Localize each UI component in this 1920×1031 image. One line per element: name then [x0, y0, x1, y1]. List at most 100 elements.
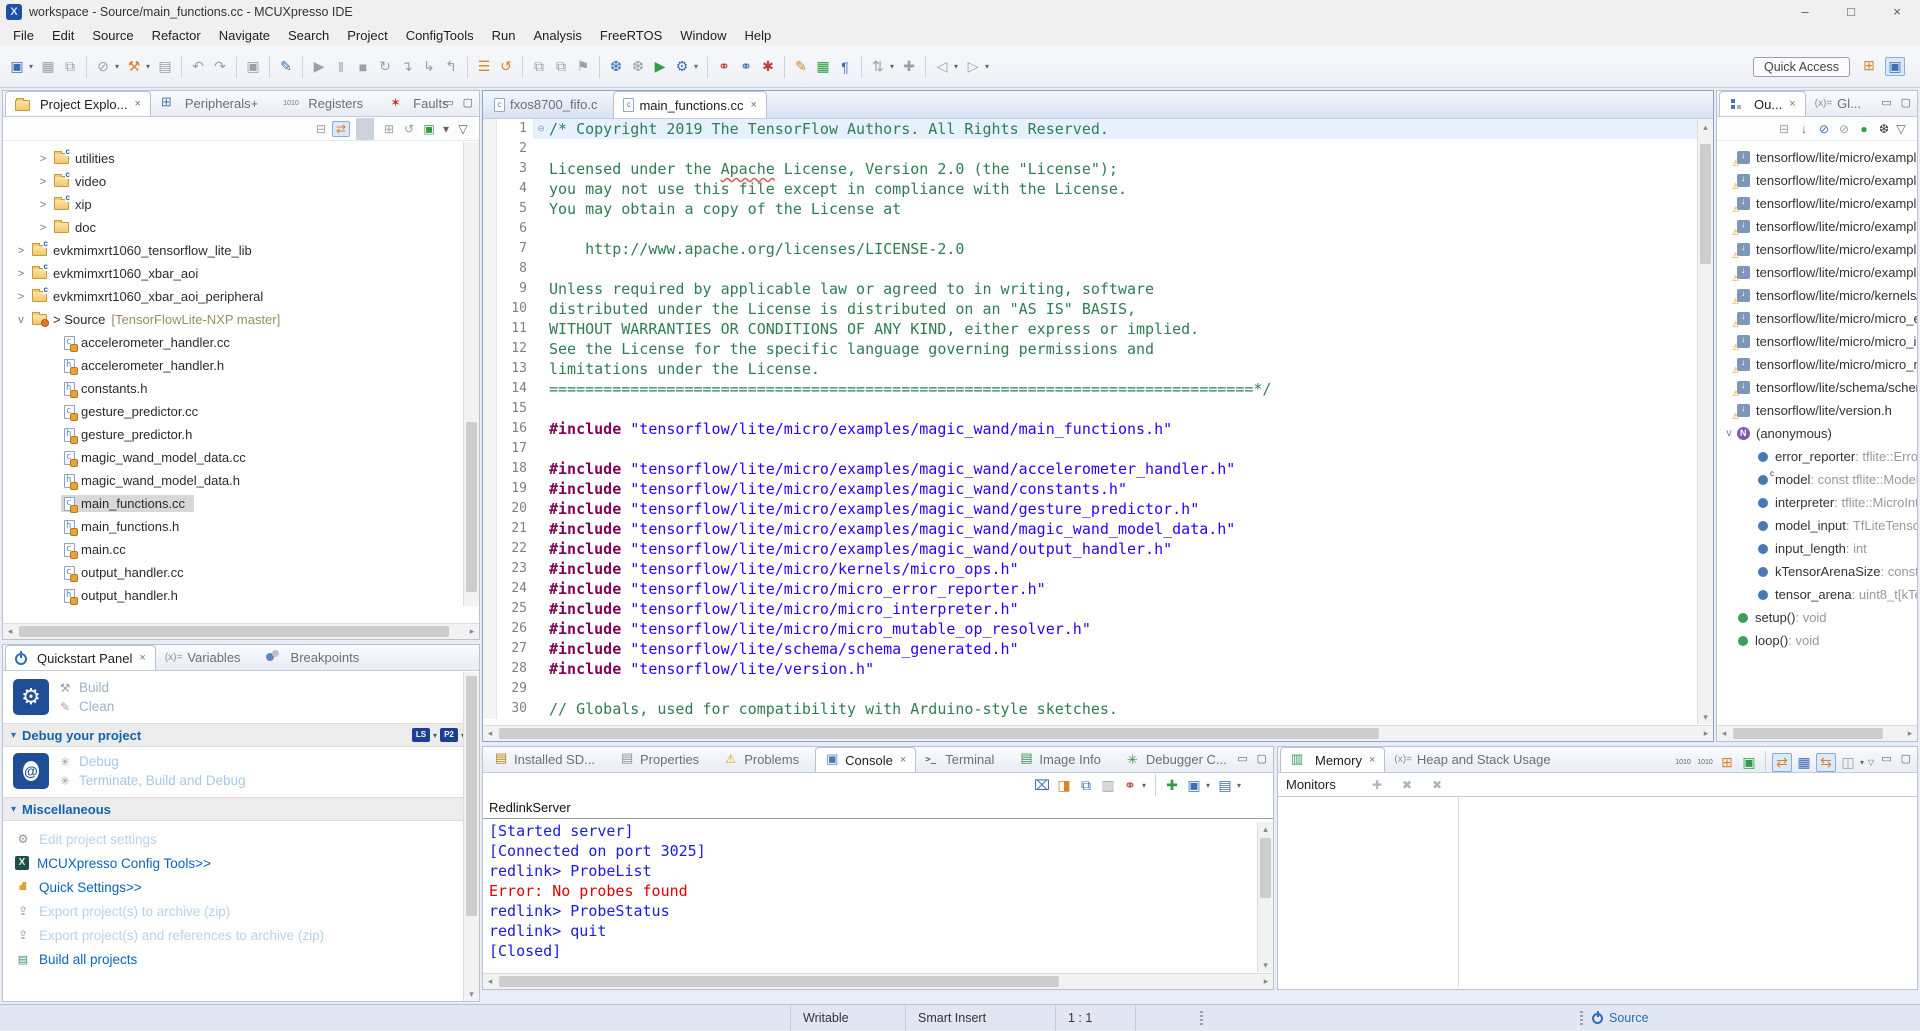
- source-hint[interactable]: Source: [1592, 1005, 1649, 1031]
- view-toolbar-icon[interactable]: ⊟: [1775, 122, 1793, 136]
- tree-item[interactable]: constants.h: [3, 377, 157, 400]
- toolbar-icon[interactable]: ✱: [758, 58, 778, 75]
- fold-marker-icon[interactable]: [533, 219, 549, 239]
- tree-item[interactable]: gesture_predictor.h: [3, 423, 201, 446]
- fold-marker-icon[interactable]: [533, 459, 549, 479]
- chevron-icon[interactable]: >: [35, 222, 51, 234]
- outline-item[interactable]: model : const tflite::Model*: [1717, 468, 1917, 491]
- fold-marker-icon[interactable]: [533, 639, 549, 659]
- view-toolbar-icon[interactable]: ⇄: [1772, 753, 1792, 772]
- tree-item[interactable]: main_functions.h: [3, 515, 188, 538]
- tab-close-icon[interactable]: ×: [1369, 754, 1375, 766]
- menu-item[interactable]: Project: [338, 28, 396, 43]
- menu-item[interactable]: FreeRTOS: [591, 28, 671, 43]
- outline-item[interactable]: interpreter : tflite::MicroInterpreter*: [1717, 491, 1917, 514]
- fold-marker-icon[interactable]: [533, 279, 549, 299]
- fold-marker-icon[interactable]: [533, 499, 549, 519]
- tree-item[interactable]: > utilities: [3, 147, 124, 170]
- fold-marker-icon[interactable]: [533, 339, 549, 359]
- misc-link[interactable]: ⚙ Edit project settings: [3, 827, 479, 851]
- outline-item[interactable]: loop() : void: [1717, 629, 1917, 652]
- view-toolbar-icon[interactable]: ▦: [1794, 754, 1814, 771]
- outline-item[interactable]: tensorflow/lite/micro/kernels/micro_ops.…: [1717, 284, 1917, 307]
- fold-marker-icon[interactable]: [533, 359, 549, 379]
- toolbar-icon[interactable]: ¶: [835, 59, 855, 75]
- menu-item[interactable]: Source: [83, 28, 142, 43]
- toolbar-icon[interactable]: [181, 56, 182, 78]
- view-toolbar-icon[interactable]: ●: [1855, 122, 1873, 136]
- misc-link[interactable]: X MCUXpresso Config Tools>>: [3, 851, 479, 875]
- toolbar-icon[interactable]: [707, 56, 708, 78]
- view-toolbar-icon[interactable]: ▾: [1139, 781, 1149, 790]
- view-toolbar-icon[interactable]: ⊘: [1815, 122, 1833, 136]
- tab-close-icon[interactable]: ×: [134, 98, 140, 110]
- menu-item[interactable]: File: [4, 28, 43, 43]
- toolbar-icon[interactable]: [522, 56, 523, 78]
- console-log[interactable]: [Started server][Connected on port 3025]…: [483, 819, 1273, 959]
- view-tab[interactable]: Registers: [274, 91, 379, 116]
- toolbar-icon[interactable]: ↳: [419, 58, 439, 75]
- outline-item[interactable]: tensorflow/lite/schema/schema_generated.…: [1717, 376, 1917, 399]
- fold-marker-icon[interactable]: [533, 199, 549, 219]
- fold-marker-icon[interactable]: [533, 539, 549, 559]
- toolbar-icon[interactable]: ▦: [38, 58, 58, 75]
- toolbar-icon[interactable]: [236, 56, 237, 78]
- view-toolbar-icon[interactable]: ↺: [400, 122, 418, 136]
- console-horizontal-scrollbar[interactable]: ◂ ▸: [483, 973, 1273, 989]
- tree-horizontal-scrollbar[interactable]: ◂ ▸: [3, 623, 479, 639]
- monitor-action-icon[interactable]: ✚: [1367, 778, 1387, 792]
- tree-item[interactable]: main_functions.cc: [3, 492, 194, 515]
- fold-marker-icon[interactable]: [533, 679, 549, 699]
- fold-marker-icon[interactable]: [533, 659, 549, 679]
- fold-marker-icon[interactable]: [533, 479, 549, 499]
- toolbar-icon[interactable]: ▶: [309, 58, 329, 75]
- fold-marker-icon[interactable]: ⊖: [533, 119, 549, 139]
- tree-item[interactable]: output_handler.cc: [3, 561, 193, 584]
- tree-item[interactable]: v > Source [TensorFlowLite-NXP master]: [3, 308, 283, 331]
- tree-item[interactable]: > xip: [3, 193, 101, 216]
- toolbar-icon[interactable]: ❆: [606, 58, 626, 75]
- tree-item[interactable]: > evkmimxrt1060_xbar_aoi: [3, 262, 207, 285]
- misc-link[interactable]: ▤ Build all projects: [3, 947, 479, 971]
- editor-horizontal-scrollbar[interactable]: ◂ ▸: [483, 725, 1713, 741]
- view-toolbar-icon[interactable]: ▣: [1184, 777, 1204, 794]
- outline-item[interactable]: tensorflow/lite/micro/examples/magic_wan…: [1717, 146, 1917, 169]
- outline-item[interactable]: tensorflow/lite/micro/examples/magic_wan…: [1717, 192, 1917, 215]
- close-button[interactable]: ×: [1874, 0, 1920, 24]
- perspective-icon[interactable]: ▣: [1885, 57, 1905, 76]
- toolbar-icon[interactable]: ⚭: [736, 58, 756, 75]
- view-tab[interactable]: Properties: [611, 747, 715, 772]
- code-editor[interactable]: 1 ⊖ /* Copyright 2019 The TensorFlow Aut…: [483, 119, 1713, 725]
- toolbar-icon[interactable]: ↷: [210, 58, 230, 75]
- editor-tab[interactable]: main_functions.cc ×: [613, 91, 767, 118]
- view-toolbar-icon[interactable]: ▤: [1215, 777, 1235, 794]
- menu-item[interactable]: Help: [736, 28, 781, 43]
- view-toolbar-icon[interactable]: ▾: [1234, 781, 1244, 790]
- outline-item[interactable]: tensorflow/lite/version.h: [1717, 399, 1917, 422]
- view-toolbar-icon[interactable]: ⊘: [1835, 122, 1853, 136]
- fold-marker-icon[interactable]: [533, 619, 549, 639]
- toolbar-icon[interactable]: ‖: [331, 59, 351, 75]
- view-tab[interactable]: Quickstart Panel ×: [5, 645, 156, 670]
- outline-item[interactable]: tensorflow/lite/micro/micro_interpreter.…: [1717, 330, 1917, 353]
- build-link[interactable]: ⚒ Build: [57, 680, 114, 695]
- toolbar-icon[interactable]: ⚒: [124, 58, 144, 75]
- menu-item[interactable]: Edit: [43, 28, 83, 43]
- toolbar-icon[interactable]: ■: [353, 59, 373, 75]
- view-toolbar-icon[interactable]: ▾: [1203, 781, 1213, 790]
- view-toolbar-icon[interactable]: ◫: [1838, 754, 1858, 771]
- view-toolbar-icon[interactable]: ⊞: [380, 122, 398, 136]
- toolbar-icon[interactable]: ↶: [188, 58, 208, 75]
- toolbar-icon[interactable]: ⚭: [714, 58, 734, 75]
- toolbar-icon[interactable]: ▾: [26, 62, 36, 71]
- outline-item[interactable]: tensorflow/lite/micro/examples/magic_wan…: [1717, 215, 1917, 238]
- toolbar-icon[interactable]: ▾: [951, 62, 961, 71]
- toolbar-icon[interactable]: ▤: [155, 58, 175, 75]
- debug-section-header[interactable]: ▾ Debug your project LS▾P2▾: [3, 723, 479, 747]
- view-toolbar-icon[interactable]: ⇆: [1816, 753, 1836, 772]
- chevron-icon[interactable]: >: [13, 268, 29, 280]
- fold-marker-icon[interactable]: [533, 519, 549, 539]
- view-toolbar-icon[interactable]: ▥: [1098, 777, 1118, 794]
- view-toolbar-icon[interactable]: ▽: [1892, 122, 1910, 136]
- menu-item[interactable]: Window: [671, 28, 735, 43]
